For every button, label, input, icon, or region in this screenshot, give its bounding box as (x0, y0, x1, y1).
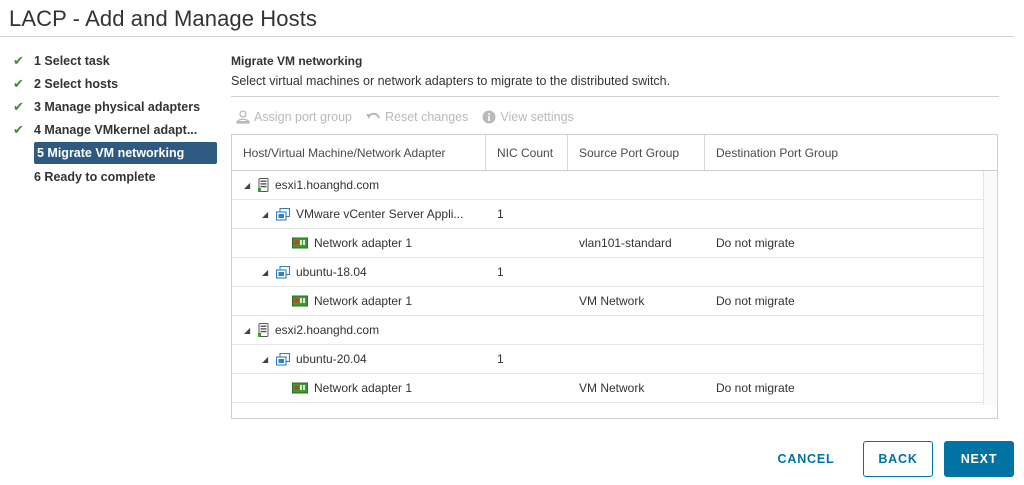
step-label: 4 Manage VMkernel adapt... (34, 122, 198, 137)
grid-body: ◢ esxi1.hoanghd.com ◢ VMware vCenter Ser… (232, 171, 997, 417)
column-header-host-vm-adapter[interactable]: Host/Virtual Machine/Network Adapter (232, 135, 486, 170)
adapter-name: Network adapter 1 (314, 381, 413, 395)
wizard-steps: ✔ 1 Select task ✔ 2 Select hosts ✔ 3 Man… (12, 49, 217, 188)
network-adapter-icon (292, 295, 308, 307)
host-name: esxi1.hoanghd.com (275, 178, 380, 192)
wizard-footer: CANCEL BACK NEXT (760, 441, 1014, 477)
checkmark-icon: ✔ (13, 75, 24, 91)
checkmark-icon: ✔ (13, 121, 24, 137)
adapter-name: Network adapter 1 (314, 236, 413, 250)
step-label: 5 Migrate VM networking (37, 146, 185, 160)
vm-network-grid: Host/Virtual Machine/Network Adapter NIC… (231, 134, 998, 419)
step-ready-to-complete[interactable]: 6 Ready to complete (12, 165, 217, 188)
section-title: Migrate VM networking (231, 54, 363, 68)
virtual-machine-icon (276, 352, 290, 366)
expand-caret-icon[interactable]: ◢ (262, 210, 276, 219)
assign-port-group-label: Assign port group (254, 110, 352, 124)
nic-count: 1 (497, 207, 504, 221)
reset-changes-button[interactable]: Reset changes (365, 110, 469, 124)
step-select-task[interactable]: ✔ 1 Select task (12, 49, 217, 72)
vm-name: ubuntu-20.04 (296, 352, 367, 366)
section-description: Select virtual machines or network adapt… (231, 74, 671, 88)
network-adapter-icon (292, 382, 308, 394)
step-manage-vmkernel-adapters[interactable]: ✔ 4 Manage VMkernel adapt... (12, 118, 217, 141)
title-divider (0, 36, 1014, 37)
network-adapter-icon (292, 237, 308, 249)
view-settings-button[interactable]: View settings (482, 110, 574, 124)
table-row[interactable]: ◢ esxi1.hoanghd.com (232, 171, 984, 200)
source-port-group: VM Network (579, 381, 645, 395)
virtual-machine-icon (276, 207, 290, 221)
source-port-group: VM Network (579, 294, 645, 308)
step-label: 3 Manage physical adapters (34, 99, 201, 114)
assign-user-icon (236, 110, 250, 124)
table-row[interactable]: ◢ esxi2.hoanghd.com (232, 316, 984, 345)
table-row[interactable]: Network adapter 1 VM Network Do not migr… (232, 374, 984, 403)
destination-port-group[interactable]: Do not migrate (705, 229, 984, 257)
step-label: 1 Select task (34, 53, 110, 68)
step-manage-physical-adapters[interactable]: ✔ 3 Manage physical adapters (12, 95, 217, 118)
step-label: 2 Select hosts (34, 76, 119, 91)
grid-toolbar: Assign port group Reset changes View set… (231, 109, 998, 125)
adapter-name: Network adapter 1 (314, 294, 413, 308)
content-divider (231, 96, 999, 97)
checkmark-icon: ✔ (13, 52, 24, 68)
table-row[interactable]: ◢ ubuntu-18.04 1 (232, 258, 984, 287)
back-button[interactable]: BACK (863, 441, 933, 477)
step-label: 6 Ready to complete (34, 169, 156, 184)
nic-count: 1 (497, 265, 504, 279)
table-row[interactable]: ◢ VMware vCenter Server Appli... 1 (232, 200, 984, 229)
table-row[interactable]: ◢ ubuntu-20.04 1 (232, 345, 984, 374)
source-port-group: vlan101-standard (579, 236, 672, 250)
host-server-icon (258, 323, 269, 337)
expand-caret-icon[interactable]: ◢ (262, 268, 276, 277)
view-settings-label: View settings (500, 110, 574, 124)
expand-caret-icon[interactable]: ◢ (244, 181, 258, 190)
virtual-machine-icon (276, 265, 290, 279)
nic-count: 1 (497, 352, 504, 366)
undo-icon (365, 111, 381, 123)
assign-port-group-button[interactable]: Assign port group (236, 110, 352, 124)
column-header-nic-count[interactable]: NIC Count (486, 135, 568, 170)
column-header-destination-port-group[interactable]: Destination Port Group (705, 135, 997, 170)
destination-port-group[interactable]: Do not migrate (705, 374, 984, 402)
expand-caret-icon[interactable]: ◢ (262, 355, 276, 364)
table-row[interactable]: Network adapter 1 VM Network Do not migr… (232, 287, 984, 316)
step-content: Migrate VM networking Select virtual mac… (231, 49, 999, 125)
info-icon (482, 110, 496, 124)
expand-caret-icon[interactable]: ◢ (244, 326, 258, 335)
table-row[interactable]: Network adapter 1 vlan101-standard Do no… (232, 229, 984, 258)
step-migrate-vm-networking[interactable]: 5 Migrate VM networking (34, 142, 217, 164)
host-server-icon (258, 178, 269, 192)
next-button[interactable]: NEXT (944, 441, 1014, 477)
reset-changes-label: Reset changes (384, 110, 469, 124)
step-select-hosts[interactable]: ✔ 2 Select hosts (12, 72, 217, 95)
column-header-source-port-group[interactable]: Source Port Group (568, 135, 705, 170)
vertical-scrollbar[interactable] (983, 171, 997, 405)
host-name: esxi2.hoanghd.com (275, 323, 380, 337)
destination-port-group[interactable]: Do not migrate (705, 287, 984, 315)
grid-header: Host/Virtual Machine/Network Adapter NIC… (232, 135, 997, 171)
vm-name: VMware vCenter Server Appli... (296, 207, 464, 221)
checkmark-icon: ✔ (13, 98, 24, 114)
cancel-button[interactable]: CANCEL (760, 441, 852, 477)
wizard-title: LACP - Add and Manage Hosts (9, 6, 318, 31)
vm-name: ubuntu-18.04 (296, 265, 367, 279)
